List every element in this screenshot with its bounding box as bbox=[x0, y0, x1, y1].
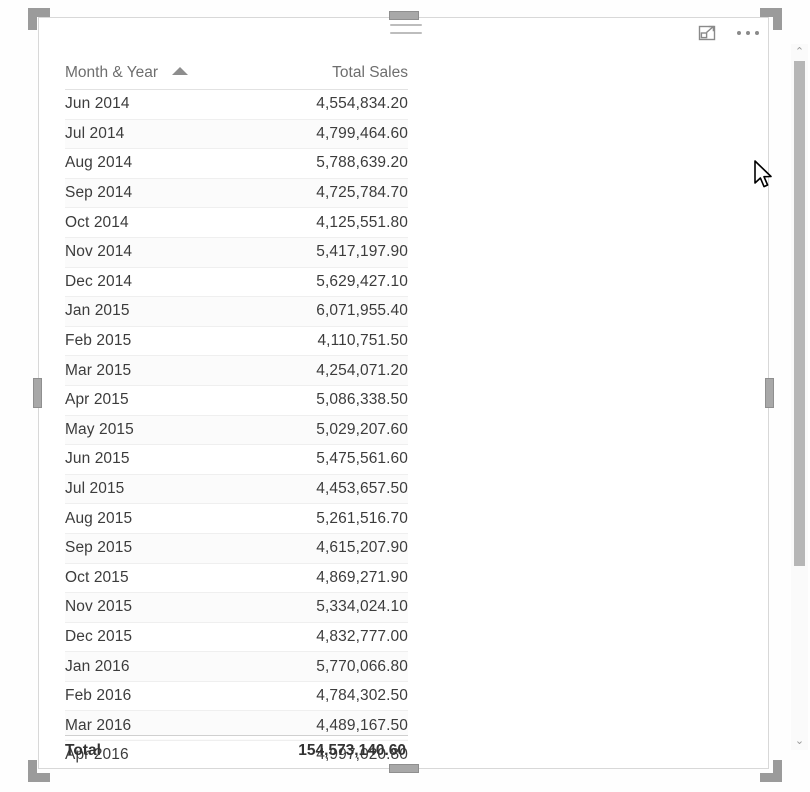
table-row[interactable]: Nov 2015 5,334,024.10 bbox=[65, 592, 408, 623]
drag-grip-line-1 bbox=[390, 24, 422, 26]
cell-total-sales[interactable]: 5,334,024.10 bbox=[235, 592, 408, 623]
cell-total-sales[interactable]: 5,475,561.60 bbox=[235, 444, 408, 475]
cell-total-sales[interactable]: 4,869,271.90 bbox=[235, 563, 408, 594]
table-row[interactable]: Oct 2015 4,869,271.90 bbox=[65, 563, 408, 594]
cell-month-year[interactable]: Aug 2014 bbox=[65, 148, 235, 179]
table-scroll-region[interactable]: Month & Year Total Sales Jun 2014 4,554,8… bbox=[40, 60, 740, 768]
table-row[interactable]: Feb 2015 4,110,751.50 bbox=[65, 326, 408, 357]
table-row[interactable]: Dec 2015 4,832,777.00 bbox=[65, 622, 408, 653]
ellipsis-dot-3 bbox=[755, 31, 759, 35]
ellipsis-dot-2 bbox=[746, 31, 750, 35]
cell-total-sales[interactable]: 5,788,639.20 bbox=[235, 148, 408, 179]
cell-total-sales[interactable]: 6,071,955.40 bbox=[235, 296, 408, 327]
visual-header-actions bbox=[696, 22, 762, 44]
column-header-month-year[interactable]: Month & Year bbox=[65, 60, 235, 90]
more-options-icon[interactable] bbox=[734, 31, 762, 35]
table-row[interactable]: Mar 2015 4,254,071.20 bbox=[65, 355, 408, 386]
table-header-row: Month & Year Total Sales bbox=[65, 60, 408, 90]
cell-total-sales[interactable]: 4,554,834.20 bbox=[235, 89, 408, 120]
cell-month-year[interactable]: Jul 2015 bbox=[65, 474, 235, 505]
table-row[interactable]: Sep 2014 4,725,784.70 bbox=[65, 178, 408, 209]
cell-month-year[interactable]: Nov 2014 bbox=[65, 237, 235, 268]
cell-month-year[interactable]: Jul 2014 bbox=[65, 119, 235, 150]
scroll-up-arrow-icon[interactable]: ⌃ bbox=[791, 44, 808, 61]
cell-month-year[interactable]: May 2015 bbox=[65, 415, 235, 446]
resize-handle-middle-right[interactable] bbox=[765, 378, 774, 408]
cell-total-sales[interactable]: 4,799,464.60 bbox=[235, 119, 408, 150]
cell-month-year[interactable]: Jun 2015 bbox=[65, 444, 235, 475]
resize-handle-top-left[interactable] bbox=[28, 8, 50, 30]
cell-total-sales[interactable]: 5,770,066.80 bbox=[235, 651, 408, 682]
table-row[interactable]: Jan 2016 5,770,066.80 bbox=[65, 651, 408, 682]
cell-total-sales[interactable]: 4,125,551.80 bbox=[235, 207, 408, 238]
table-row[interactable]: Jan 2015 6,071,955.40 bbox=[65, 296, 408, 327]
cell-total-sales[interactable]: 4,615,207.90 bbox=[235, 533, 408, 564]
cell-month-year[interactable]: Dec 2015 bbox=[65, 622, 235, 653]
cell-month-year[interactable]: Feb 2015 bbox=[65, 326, 235, 357]
table-row[interactable]: Feb 2016 4,784,302.50 bbox=[65, 681, 408, 712]
resize-handle-bottom-left[interactable] bbox=[28, 760, 50, 782]
cell-total-sales[interactable]: 5,629,427.10 bbox=[235, 267, 408, 298]
column-header-total-sales[interactable]: Total Sales bbox=[235, 60, 408, 90]
cell-month-year[interactable]: Jan 2016 bbox=[65, 651, 235, 682]
table-body: Jun 2014 4,554,834.20 Jul 2014 4,799,464.60… bbox=[65, 89, 408, 768]
cell-month-year[interactable]: Dec 2014 bbox=[65, 267, 235, 298]
resize-handle-middle-left[interactable] bbox=[33, 378, 42, 408]
table-row[interactable]: Aug 2015 5,261,516.70 bbox=[65, 503, 408, 534]
table-row[interactable]: Oct 2014 4,125,551.80 bbox=[65, 207, 408, 238]
scrollbar-thumb[interactable] bbox=[794, 61, 805, 566]
table-row[interactable]: Jul 2015 4,453,657.50 bbox=[65, 474, 408, 505]
scrollbar-track[interactable] bbox=[794, 61, 805, 733]
cell-month-year[interactable]: Oct 2015 bbox=[65, 563, 235, 594]
cell-total-sales[interactable]: 4,110,751.50 bbox=[235, 326, 408, 357]
cell-total-sales[interactable]: 5,417,197.90 bbox=[235, 237, 408, 268]
screen-root: Month & Year Total Sales Jun 2014 4,554,8… bbox=[0, 0, 810, 792]
table-row[interactable]: May 2015 5,029,207.60 bbox=[65, 415, 408, 446]
cell-total-sales[interactable]: 4,453,657.50 bbox=[235, 474, 408, 505]
cell-month-year[interactable]: Aug 2015 bbox=[65, 503, 235, 534]
table-total-row: Total 154,573,140.60 bbox=[65, 735, 408, 765]
cell-month-year[interactable]: Apr 2015 bbox=[65, 385, 235, 416]
cell-month-year[interactable]: Jan 2015 bbox=[65, 296, 235, 327]
resize-handle-top-right[interactable] bbox=[760, 8, 782, 30]
total-value: 154,573,140.60 bbox=[298, 741, 406, 759]
sort-ascending-icon[interactable] bbox=[172, 67, 189, 75]
cell-total-sales[interactable]: 5,086,338.50 bbox=[235, 385, 408, 416]
cell-month-year[interactable]: Sep 2014 bbox=[65, 178, 235, 209]
vertical-scrollbar[interactable]: ⌃ ⌄ bbox=[791, 44, 808, 750]
cell-total-sales[interactable]: 4,725,784.70 bbox=[235, 178, 408, 209]
cell-month-year[interactable]: Oct 2014 bbox=[65, 207, 235, 238]
cell-total-sales[interactable]: 5,261,516.70 bbox=[235, 503, 408, 534]
cell-total-sales[interactable]: 4,784,302.50 bbox=[235, 681, 408, 712]
table-row[interactable]: Nov 2014 5,417,197.90 bbox=[65, 237, 408, 268]
cell-month-year[interactable]: Feb 2016 bbox=[65, 681, 235, 712]
cell-month-year[interactable]: Sep 2015 bbox=[65, 533, 235, 564]
cell-total-sales[interactable]: 4,254,071.20 bbox=[235, 355, 408, 386]
scroll-down-arrow-icon[interactable]: ⌄ bbox=[791, 733, 808, 750]
resize-handle-bottom-center[interactable] bbox=[389, 764, 419, 773]
cell-total-sales[interactable]: 5,029,207.60 bbox=[235, 415, 408, 446]
table-row[interactable]: Dec 2014 5,629,427.10 bbox=[65, 267, 408, 298]
cell-month-year[interactable]: Jun 2014 bbox=[65, 89, 235, 120]
table-row[interactable]: Aug 2014 5,788,639.20 bbox=[65, 148, 408, 179]
ellipsis-dot-1 bbox=[737, 31, 741, 35]
table-row[interactable]: Jul 2014 4,799,464.60 bbox=[65, 119, 408, 150]
resize-handle-bottom-right[interactable] bbox=[760, 760, 782, 782]
column-header-month-year-label: Month & Year bbox=[65, 64, 159, 81]
table-row[interactable]: Apr 2015 5,086,338.50 bbox=[65, 385, 408, 416]
table-row[interactable]: Jun 2014 4,554,834.20 bbox=[65, 89, 408, 120]
resize-handle-top-center[interactable] bbox=[389, 11, 419, 20]
cell-month-year[interactable]: Nov 2015 bbox=[65, 592, 235, 623]
drag-grip-line-2 bbox=[390, 32, 422, 34]
table-row[interactable]: Sep 2015 4,615,207.90 bbox=[65, 533, 408, 564]
total-label: Total bbox=[65, 741, 101, 759]
focus-mode-icon[interactable] bbox=[696, 22, 718, 44]
drag-grip-icon[interactable] bbox=[390, 24, 422, 36]
table-row[interactable]: Jun 2015 5,475,561.60 bbox=[65, 444, 408, 475]
column-header-total-sales-label: Total Sales bbox=[332, 64, 408, 81]
table-head: Month & Year Total Sales bbox=[65, 60, 408, 90]
cell-month-year[interactable]: Mar 2015 bbox=[65, 355, 235, 386]
cell-total-sales[interactable]: 4,832,777.00 bbox=[235, 622, 408, 653]
sales-table: Month & Year Total Sales Jun 2014 4,554,8… bbox=[65, 60, 408, 768]
